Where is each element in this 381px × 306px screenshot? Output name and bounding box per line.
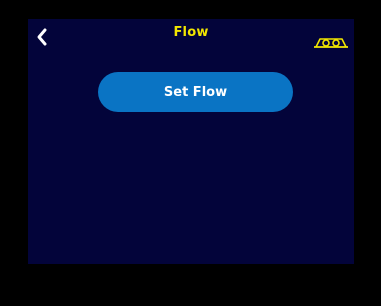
set-flow-button[interactable]: Set Flow	[98, 72, 293, 112]
device-frame: Flow Set Flow	[0, 0, 381, 306]
set-flow-label: Set Flow	[163, 84, 228, 100]
page-title: Flow	[173, 25, 209, 40]
display-screen: Flow Set Flow	[28, 19, 354, 264]
cassette-icon	[313, 36, 349, 50]
